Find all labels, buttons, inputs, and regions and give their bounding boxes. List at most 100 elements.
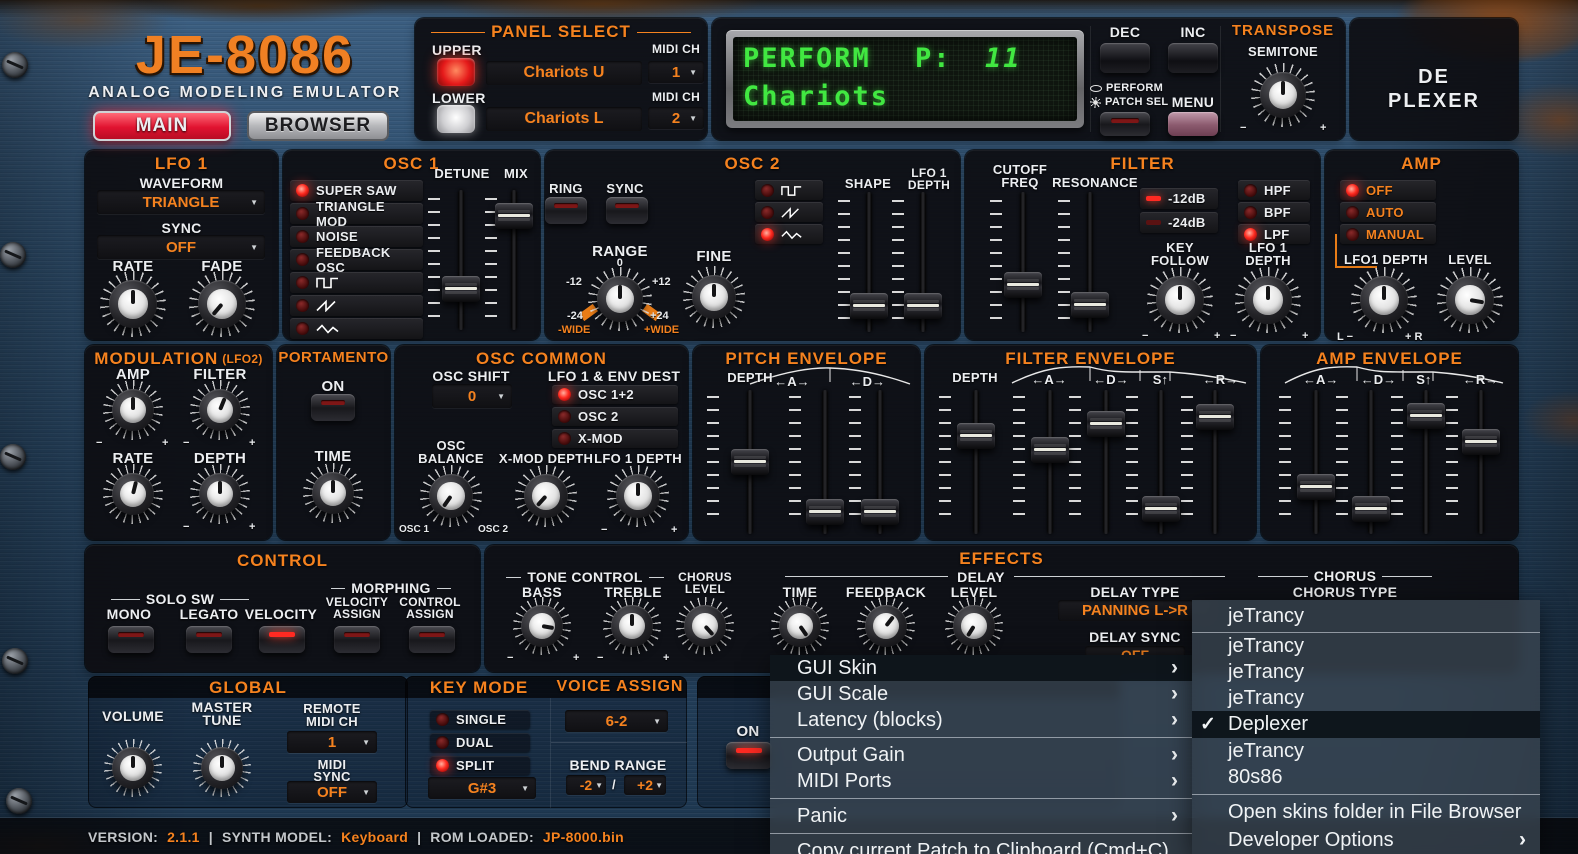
upper-midi-ch-select[interactable]: 1 ▼ bbox=[648, 61, 704, 83]
fenv-depth-slider[interactable] bbox=[957, 390, 995, 534]
pitch-decay-slider[interactable] bbox=[861, 390, 899, 534]
portamento-time-knob[interactable] bbox=[302, 462, 364, 524]
model-value[interactable]: Keyboard bbox=[341, 829, 408, 845]
menu-item-output-gain[interactable]: Output Gain › bbox=[770, 742, 1192, 768]
delay-type-value[interactable]: PANNING L->R bbox=[1058, 600, 1212, 621]
mod-rate-knob[interactable] bbox=[102, 463, 164, 525]
menu-item-panic[interactable]: Panic › bbox=[770, 803, 1192, 829]
delay-level-knob[interactable] bbox=[944, 596, 1004, 656]
osc-balance-knob[interactable] bbox=[419, 464, 483, 528]
menu-item-latency[interactable]: Latency (blocks) › bbox=[770, 707, 1192, 733]
chorus-level-knob[interactable] bbox=[675, 596, 735, 656]
portamento-on-button[interactable] bbox=[311, 394, 355, 421]
velocity-assign-button[interactable] bbox=[334, 626, 380, 653]
osc2-ring-button[interactable] bbox=[545, 197, 587, 224]
menu-item-copy-patch[interactable]: Copy current Patch to Clipboard (Cmd+C) bbox=[770, 838, 1192, 854]
menu-item-midi-ports[interactable]: MIDI Ports › bbox=[770, 768, 1192, 794]
amp-mode-off[interactable]: OFF bbox=[1340, 180, 1436, 200]
osc1-detune-slider[interactable] bbox=[442, 190, 480, 330]
pitch-attack-slider[interactable] bbox=[806, 390, 844, 534]
menu-item-gui-skin[interactable]: GUI Skin › bbox=[770, 655, 1192, 681]
lower-patch-field[interactable]: Chariots L bbox=[486, 107, 642, 131]
filter-24db-button[interactable]: -24dB bbox=[1140, 212, 1218, 233]
amp-mode-manual[interactable]: MANUAL bbox=[1340, 224, 1436, 244]
key-mode-dual[interactable]: DUAL bbox=[430, 733, 530, 752]
midi-sync-select[interactable]: OFF ▼ bbox=[287, 781, 377, 803]
dest-osc-2[interactable]: OSC 2 bbox=[552, 407, 678, 426]
lower-midi-ch-select[interactable]: 2 ▼ bbox=[648, 107, 704, 129]
arp-on-button[interactable] bbox=[726, 742, 772, 769]
inc-button[interactable] bbox=[1168, 43, 1218, 73]
osc1-mode-triangle-mod[interactable]: TRIANGLE MOD bbox=[290, 199, 423, 229]
voice-assign-select[interactable]: 6-2 ▼ bbox=[565, 710, 668, 732]
osc1-mode-feedback-osc[interactable]: FEEDBACK OSC bbox=[290, 245, 423, 275]
key-mode-split[interactable]: SPLIT bbox=[430, 756, 530, 775]
submenu-item-skin[interactable]: jeTrancy bbox=[1192, 738, 1540, 764]
pitch-depth-slider[interactable] bbox=[731, 390, 769, 534]
bass-knob[interactable] bbox=[512, 596, 572, 656]
aenv-decay-slider[interactable] bbox=[1352, 390, 1390, 534]
lfo1-waveform-select[interactable]: TRIANGLE ▼ bbox=[97, 190, 265, 214]
aenv-sustain-slider[interactable] bbox=[1407, 390, 1445, 534]
osc2-fine-knob[interactable] bbox=[682, 265, 746, 329]
main-tab-button[interactable]: MAIN bbox=[93, 111, 231, 141]
browser-tab-button[interactable]: BROWSER bbox=[247, 111, 389, 141]
menu-button[interactable] bbox=[1168, 112, 1218, 136]
dest-x-mod[interactable]: X-MOD bbox=[552, 429, 678, 448]
mono-button[interactable] bbox=[108, 626, 154, 653]
bend-up-select[interactable]: +2 ▼ bbox=[624, 775, 666, 795]
lower-select-button[interactable] bbox=[437, 105, 475, 133]
mod-filter-knob[interactable] bbox=[189, 379, 251, 441]
filter-12db-button[interactable]: -12dB bbox=[1140, 188, 1218, 209]
amp-lfo1-depth-knob[interactable] bbox=[1350, 266, 1418, 334]
osc1-mode-saw-wave[interactable] bbox=[290, 295, 423, 316]
volume-knob[interactable] bbox=[103, 738, 163, 798]
fenv-sustain-slider[interactable] bbox=[1142, 390, 1180, 534]
osc1-mode-triangle-wave[interactable] bbox=[290, 318, 423, 339]
filter-cutoff-slider[interactable] bbox=[1004, 192, 1042, 332]
treble-knob[interactable] bbox=[602, 596, 662, 656]
submenu-item-skin[interactable]: jeTrancy bbox=[1192, 659, 1540, 685]
submenu-item-developer-options[interactable]: Developer Options › bbox=[1192, 826, 1540, 854]
legato-button[interactable] bbox=[186, 626, 232, 653]
amp-level-knob[interactable] bbox=[1436, 266, 1504, 334]
dest-osc-1-2[interactable]: OSC 1+2 bbox=[552, 385, 678, 404]
submenu-item-open-skins-folder[interactable]: Open skins folder in File Browser bbox=[1192, 799, 1540, 826]
velocity-button[interactable] bbox=[259, 626, 305, 653]
lfo1-rate-knob[interactable] bbox=[99, 270, 167, 338]
dec-button[interactable] bbox=[1100, 43, 1150, 73]
x-mod-depth-knob[interactable] bbox=[514, 464, 578, 528]
upper-select-button[interactable] bbox=[437, 58, 475, 86]
osc1-mode-square-wave[interactable] bbox=[290, 272, 423, 293]
submenu-item-skin[interactable]: jeTrancy bbox=[1192, 600, 1540, 632]
amp-mode-auto[interactable]: AUTO bbox=[1340, 202, 1436, 222]
filter-key-follow-knob[interactable] bbox=[1146, 266, 1214, 334]
filter-type-bpf[interactable]: BPF bbox=[1238, 202, 1310, 222]
rom-value[interactable]: JP-8000.bin bbox=[543, 829, 624, 845]
osc2-wave-saw[interactable] bbox=[755, 202, 823, 222]
mod-amp-knob[interactable] bbox=[102, 379, 164, 441]
menu-item-gui-scale[interactable]: GUI Scale › bbox=[770, 681, 1192, 707]
upper-patch-field[interactable]: Chariots U bbox=[486, 61, 642, 85]
oc-lfo1-depth-knob[interactable] bbox=[606, 464, 670, 528]
fenv-release-slider[interactable] bbox=[1196, 390, 1234, 534]
osc2-lfo1-depth-slider[interactable] bbox=[904, 192, 942, 332]
mod-depth-knob[interactable] bbox=[189, 463, 251, 525]
osc2-shape-slider[interactable] bbox=[850, 192, 888, 332]
lfo1-sync-select[interactable]: OFF ▼ bbox=[97, 235, 265, 259]
bend-down-select[interactable]: -2 ▼ bbox=[566, 775, 606, 795]
remote-midi-ch-select[interactable]: 1 ▼ bbox=[287, 731, 377, 753]
aenv-attack-slider[interactable] bbox=[1297, 390, 1335, 534]
aenv-release-slider[interactable] bbox=[1462, 390, 1500, 534]
control-assign-button[interactable] bbox=[409, 626, 455, 653]
filter-type-hpf[interactable]: HPF bbox=[1238, 180, 1310, 200]
osc2-sync-button[interactable] bbox=[606, 197, 648, 224]
master-tune-knob[interactable] bbox=[192, 738, 252, 798]
submenu-item-skin[interactable]: jeTrancy bbox=[1192, 633, 1540, 659]
split-key-select[interactable]: G#3 ▼ bbox=[428, 777, 536, 799]
perform-patch-sel-button[interactable] bbox=[1100, 112, 1150, 136]
submenu-item-skin[interactable]: jeTrancy bbox=[1192, 685, 1540, 711]
osc-shift-select[interactable]: 0 ▼ bbox=[432, 384, 512, 408]
fenv-decay-slider[interactable] bbox=[1087, 390, 1125, 534]
osc2-wave-triangle[interactable] bbox=[755, 224, 823, 244]
